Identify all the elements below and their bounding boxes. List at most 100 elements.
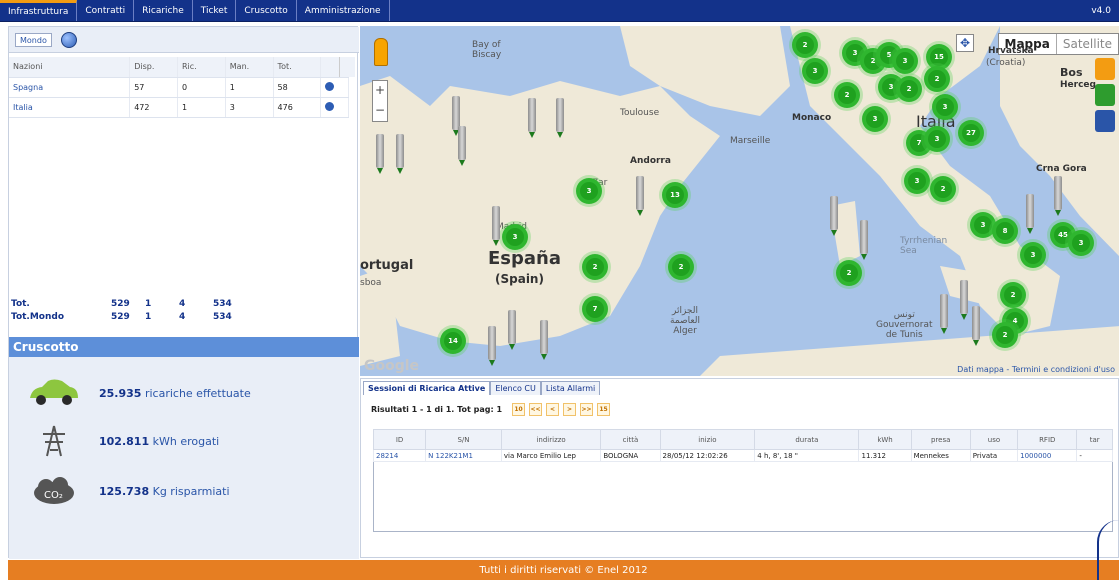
station-cluster[interactable]: 2 [582,254,608,280]
station-marker[interactable] [492,206,500,246]
col-tar[interactable]: tar [1076,429,1113,450]
globe-icon[interactable] [325,101,335,111]
nav-cruscotto[interactable]: Cruscotto [236,0,297,21]
station-cluster[interactable]: 2 [924,66,950,92]
station-cluster[interactable]: 3 [904,168,930,194]
cell-rfid[interactable]: 1000000 [1017,449,1078,462]
station-cluster[interactable]: 2 [896,76,922,102]
col-uso[interactable]: uso [969,429,1019,450]
station-cluster[interactable]: 7 [582,296,608,322]
station-green-icon[interactable] [1095,84,1115,106]
station-marker[interactable] [830,196,838,236]
col-indirizzo[interactable]: indirizzo [500,429,602,450]
station-marker[interactable] [452,96,460,136]
cell-id[interactable]: 28214 [372,449,427,462]
row-globe-cell[interactable] [320,77,349,98]
station-cluster[interactable]: 2 [792,32,818,58]
tab-elenco-cu[interactable]: Elenco CU [490,381,541,395]
table-row[interactable]: Italia 472 1 3 476 [9,97,349,118]
station-cluster[interactable]: 3 [1020,242,1046,268]
row-globe-cell[interactable] [320,97,349,118]
station-marker[interactable] [972,306,980,346]
station-marker[interactable] [636,176,644,216]
nav-infrastruttura[interactable]: Infrastruttura [0,0,78,21]
station-cluster[interactable]: 3 [862,106,888,132]
col-presa[interactable]: presa [910,429,971,450]
station-marker[interactable] [1054,176,1062,216]
table-scroll-handle[interactable] [339,57,355,77]
station-marker[interactable] [860,220,868,260]
first-page-button[interactable]: << [529,403,543,416]
station-marker[interactable] [960,280,968,320]
globe-icon[interactable] [325,81,335,91]
page-size-button[interactable]: 10 [512,403,526,416]
station-marker[interactable] [508,310,516,350]
station-cluster[interactable]: 2 [992,322,1018,348]
station-cluster[interactable]: 3 [502,224,528,250]
col-inizio[interactable]: inizio [659,429,756,450]
charging-map[interactable]: + − ✥ Mappa Satellite Bay of Biscay Toul… [360,26,1119,376]
nav-ricariche[interactable]: Ricariche [134,0,193,21]
table-row[interactable]: 28214 N 122K21M1 via Marco Emilio Lep BO… [372,449,1113,462]
tab-mondo[interactable]: Mondo [15,33,52,47]
station-cluster[interactable]: 2 [836,260,862,286]
nation-name[interactable]: Spagna [9,77,131,98]
station-cluster[interactable]: 2 [1000,282,1026,308]
station-cluster[interactable]: 3 [802,58,828,84]
station-marker[interactable] [1026,194,1034,234]
zoom-out-button[interactable]: − [373,101,387,121]
station-marker[interactable] [556,98,564,138]
col-ric[interactable]: Ric. [177,57,226,78]
page-size-alt-button[interactable]: 15 [597,403,611,416]
station-marker[interactable] [940,294,948,334]
stat-label: ricariche effettuate [144,386,251,400]
cell-sn[interactable]: N 122K21M1 [425,449,502,462]
station-marker[interactable] [528,98,536,138]
zoom-in-button[interactable]: + [373,81,387,101]
station-cluster[interactable]: 13 [662,182,688,208]
street-view-pegman[interactable] [374,38,388,66]
table-row[interactable]: Spagna 57 0 1 58 [9,77,349,98]
pan-control-icon[interactable]: ✥ [956,34,974,52]
station-cluster[interactable]: 3 [576,178,602,204]
station-cluster[interactable]: 27 [958,120,984,146]
nation-name[interactable]: Italia [9,97,131,118]
station-marker[interactable] [376,134,384,174]
station-cluster[interactable]: 3 [932,94,958,120]
nav-ticket[interactable]: Ticket [193,0,237,21]
globe-icon[interactable] [61,32,77,48]
map-type-satellite[interactable]: Satellite [1057,34,1118,54]
tab-lista-allarmi[interactable]: Lista Allarmi [540,381,601,395]
map-terms-link[interactable]: Dati mappa - Termini e condizioni d'uso [957,365,1115,374]
station-cluster[interactable]: 2 [930,176,956,202]
last-page-button[interactable]: >> [580,403,594,416]
next-page-button[interactable]: > [563,403,577,416]
tab-sessioni-attive[interactable]: Sessioni di Ricarica Attive [363,381,491,395]
col-man[interactable]: Man. [225,57,274,78]
col-citta[interactable]: città [600,429,661,450]
col-durata[interactable]: durata [754,429,860,450]
station-cluster[interactable]: 8 [992,218,1018,244]
col-id[interactable]: ID [372,429,427,450]
station-cluster[interactable]: 3 [892,48,918,74]
station-marker[interactable] [488,326,496,366]
nav-contratti[interactable]: Contratti [77,0,135,21]
nav-amministrazione[interactable]: Amministrazione [297,0,390,21]
station-blue-icon[interactable] [1095,110,1115,132]
station-marker[interactable] [458,126,466,166]
station-marker[interactable] [396,134,404,174]
station-cluster[interactable]: 3 [924,126,950,152]
col-kwh[interactable]: kWh [858,429,912,450]
col-nazioni[interactable]: Nazioni [9,57,131,78]
col-rfid[interactable]: RFID [1017,429,1078,450]
station-cluster[interactable]: 3 [1068,230,1094,256]
station-cluster[interactable]: 14 [440,328,466,354]
col-sn[interactable]: S/N [425,429,502,450]
prev-page-button[interactable]: < [546,403,560,416]
station-orange-icon[interactable] [1095,58,1115,80]
col-tot[interactable]: Tot. [273,57,322,78]
station-marker[interactable] [540,320,548,360]
station-cluster[interactable]: 2 [668,254,694,280]
station-cluster[interactable]: 2 [834,82,860,108]
col-disp[interactable]: Disp. [129,57,178,78]
